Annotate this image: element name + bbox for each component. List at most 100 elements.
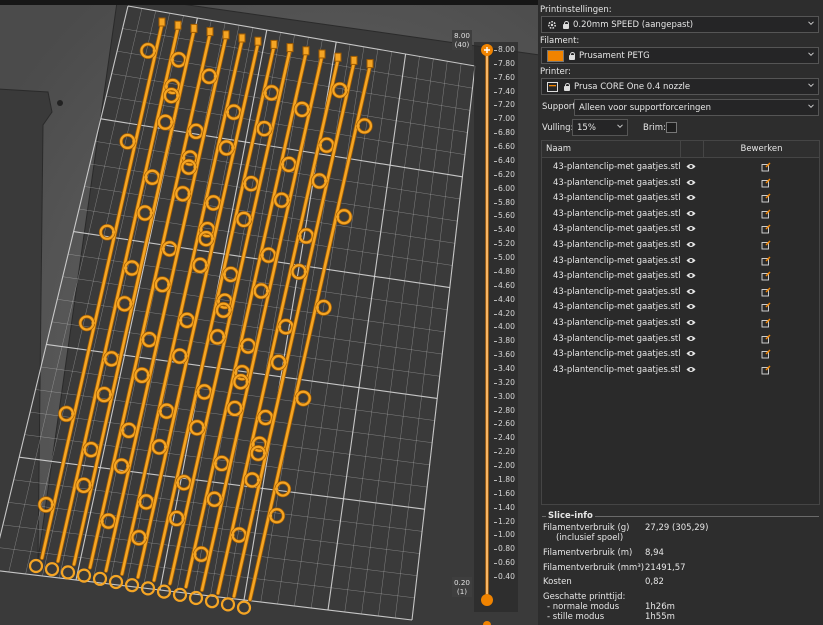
eye-icon[interactable] — [686, 288, 696, 295]
object-row[interactable]: 43-plantenclip-met gaatjes.stl — [542, 269, 821, 284]
support-combo[interactable]: Alleen voor supportforceringen — [574, 99, 819, 116]
eye-icon[interactable] — [686, 179, 696, 186]
normal-mode-value: 1h26m — [645, 602, 675, 612]
layer-tick-mark — [494, 549, 497, 551]
object-row[interactable]: 43-plantenclip-met gaatjes.stl — [542, 285, 821, 300]
object-row[interactable]: 43-plantenclip-met gaatjes.stl — [542, 363, 821, 378]
object-row[interactable]: 43-plantenclip-met gaatjes.stl — [542, 191, 821, 206]
layer-tick-label: 1.40 — [498, 502, 515, 512]
eye-icon[interactable] — [686, 319, 696, 326]
layer-slider-cog-handle[interactable] — [483, 621, 491, 625]
layer-tick-mark — [494, 91, 497, 93]
edit-icon[interactable] — [761, 178, 771, 188]
preview-viewport[interactable] — [0, 5, 538, 625]
clip-end-cap — [222, 30, 230, 40]
layer-tick-mark — [494, 521, 497, 523]
object-row[interactable]: 43-plantenclip-met gaatjes.stl — [542, 347, 821, 362]
object-row[interactable]: 43-plantenclip-met gaatjes.stl — [542, 300, 821, 315]
brim-checkbox[interactable] — [666, 122, 677, 133]
layer-tick-mark — [494, 341, 497, 343]
edit-icon[interactable] — [761, 240, 771, 250]
edit-icon[interactable] — [761, 318, 771, 328]
edit-icon[interactable] — [761, 334, 771, 344]
object-row[interactable]: 43-plantenclip-met gaatjes.stl — [542, 207, 821, 222]
edit-icon[interactable] — [761, 349, 771, 359]
object-name: 43-plantenclip-met gaatjes.stl — [553, 208, 681, 219]
edit-icon[interactable] — [761, 193, 771, 203]
column-visibility-header[interactable] — [681, 141, 704, 157]
layer-tick-mark — [494, 577, 497, 578]
layer-tick-mark — [494, 230, 497, 232]
eye-icon[interactable] — [686, 210, 696, 217]
object-row[interactable]: 43-plantenclip-met gaatjes.stl — [542, 160, 821, 175]
object-row[interactable]: 43-plantenclip-met gaatjes.stl — [542, 254, 821, 269]
edit-icon[interactable] — [761, 365, 771, 375]
eye-icon[interactable] — [686, 194, 696, 201]
printer-combo[interactable]: Prusa CORE One 0.4 nozzle — [541, 78, 819, 95]
eye-icon[interactable] — [686, 272, 696, 279]
layer-tick-mark — [494, 133, 497, 135]
eye-icon[interactable] — [686, 163, 696, 170]
clip-end-cap — [254, 36, 262, 46]
clip-end-cap — [238, 33, 246, 43]
edit-icon[interactable] — [761, 162, 771, 172]
column-name-header[interactable]: Naam — [542, 141, 681, 157]
layer-tick-label: 1.00 — [498, 530, 515, 540]
edit-icon[interactable] — [761, 302, 771, 312]
eye-icon[interactable] — [686, 303, 696, 310]
edit-icon[interactable] — [761, 256, 771, 266]
layer-tick-label: 3.40 — [498, 363, 515, 373]
object-row[interactable]: 43-plantenclip-met gaatjes.stl — [542, 238, 821, 253]
layer-slider[interactable] — [478, 40, 496, 625]
layer-tick-mark — [494, 382, 497, 384]
eye-icon[interactable] — [686, 335, 696, 342]
print-bed-preview[interactable] — [0, 5, 538, 625]
object-name: 43-plantenclip-met gaatjes.stl — [553, 286, 681, 297]
layer-bottom-height: 0.20 — [453, 578, 470, 587]
filament-m-label: Filamentverbruik (m) — [543, 548, 633, 558]
infill-combo[interactable]: 15% — [572, 119, 628, 136]
layer-tick-mark — [494, 202, 497, 204]
eye-icon[interactable] — [686, 241, 696, 248]
edit-icon[interactable] — [761, 271, 771, 281]
chevron-down-icon — [808, 52, 814, 57]
column-edit-header[interactable]: Bewerken — [704, 141, 819, 157]
eye-icon[interactable] — [686, 225, 696, 232]
layer-tick-mark — [494, 368, 497, 370]
object-row[interactable]: 43-plantenclip-met gaatjes.stl — [542, 176, 821, 191]
print-settings-combo[interactable]: 0.20mm SPEED (aangepast) — [541, 16, 819, 33]
edit-icon[interactable] — [761, 209, 771, 219]
printer-value: Prusa CORE One 0.4 nozzle — [574, 81, 691, 92]
object-row[interactable]: 43-plantenclip-met gaatjes.stl — [542, 316, 821, 331]
layer-tick-label: 5.60 — [498, 211, 515, 221]
eye-icon[interactable] — [686, 350, 696, 357]
layer-tick-mark — [494, 479, 497, 481]
filament-color-swatch[interactable] — [547, 49, 564, 62]
print-settings-value: 0.20mm SPEED (aangepast) — [573, 19, 694, 30]
stealth-mode-label: - stille modus — [547, 612, 605, 622]
layer-tick-mark — [494, 271, 497, 273]
layer-slider-bottom-handle[interactable] — [481, 594, 493, 606]
layer-tick-label: 4.40 — [498, 294, 515, 304]
edit-icon[interactable] — [761, 224, 771, 234]
layer-tick-label: 4.60 — [498, 280, 515, 290]
edit-icon[interactable] — [761, 287, 771, 297]
eye-icon[interactable] — [686, 257, 696, 264]
layer-tick-label: 5.20 — [498, 239, 515, 249]
layer-tick-label: 2.00 — [498, 461, 515, 471]
layer-tick-mark — [494, 507, 497, 509]
object-list[interactable]: Naam Bewerken 43-plantenclip-met gaatjes… — [541, 140, 820, 505]
object-row[interactable]: 43-plantenclip-met gaatjes.stl — [542, 332, 821, 347]
chevron-down-icon — [808, 104, 814, 109]
filament-m-value: 8,94 — [645, 548, 664, 558]
clip-end-cap — [190, 23, 198, 33]
eye-icon[interactable] — [686, 366, 696, 373]
filament-value: Prusament PETG — [579, 50, 650, 61]
cost-value: 0,82 — [645, 577, 664, 587]
layer-tick-label: 5.80 — [498, 197, 515, 207]
filament-combo[interactable]: Prusament PETG — [541, 47, 819, 64]
object-name: 43-plantenclip-met gaatjes.stl — [553, 318, 681, 328]
object-row[interactable]: 43-plantenclip-met gaatjes.stl — [542, 222, 821, 237]
layer-tick-mark — [494, 174, 497, 176]
support-value: Alleen voor supportforceringen — [579, 102, 712, 113]
